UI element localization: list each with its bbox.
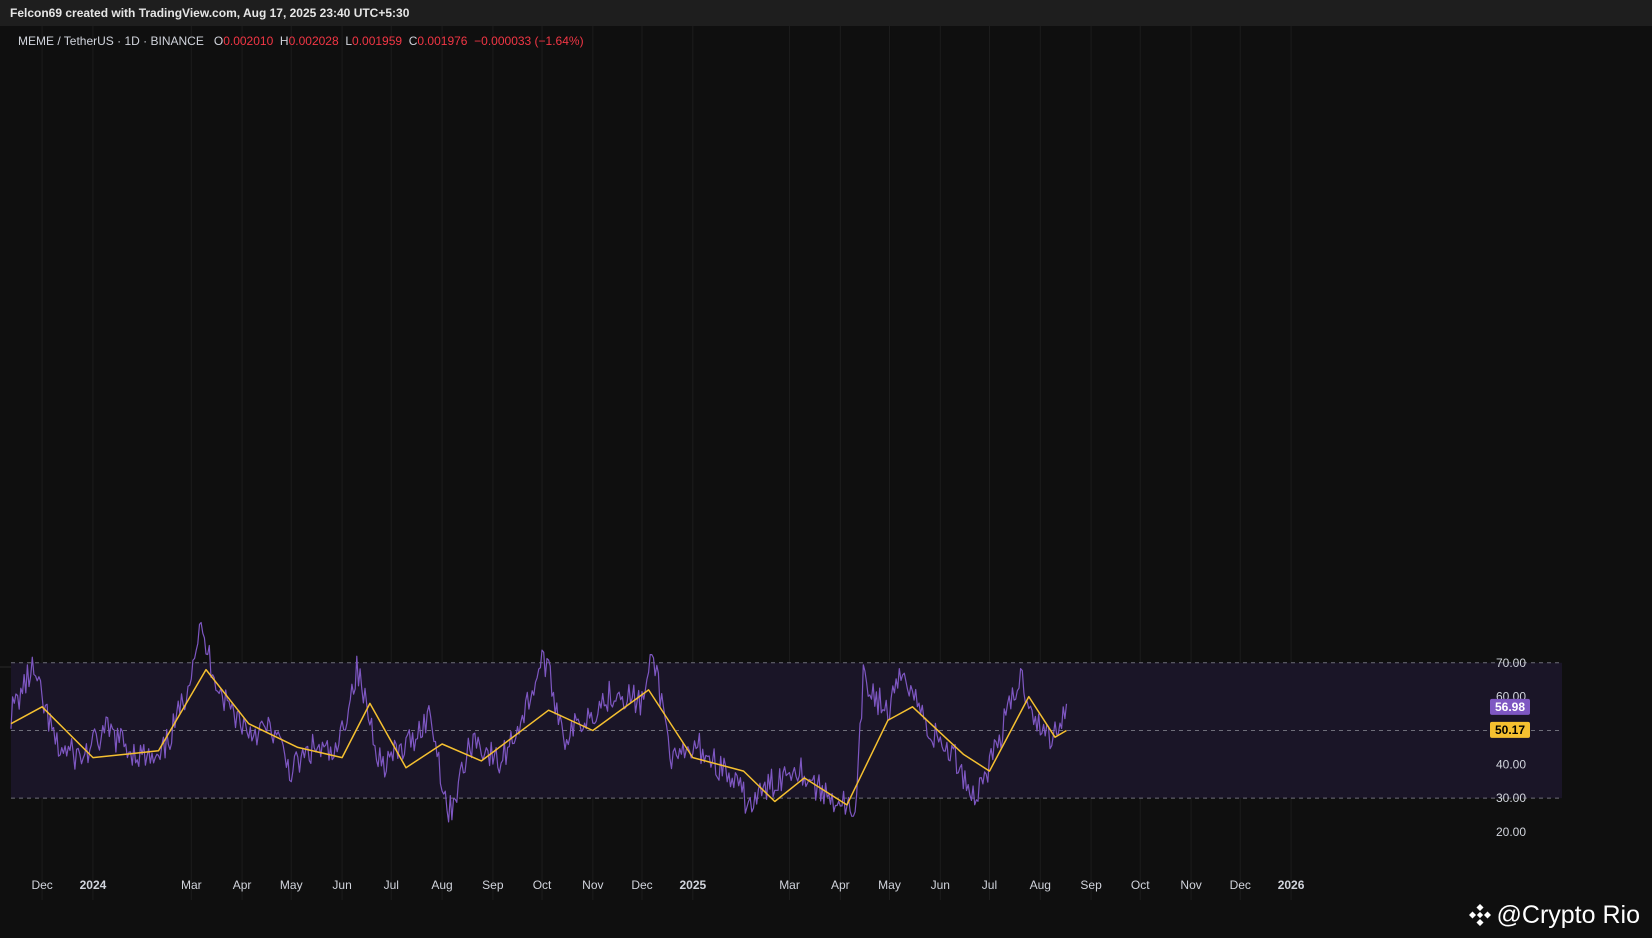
high-value: 0.002028 bbox=[288, 34, 339, 48]
time-axis-bg bbox=[0, 900, 1652, 938]
time-tick-label: Dec bbox=[631, 878, 652, 892]
watermark-text: @Crypto Rio bbox=[1496, 901, 1640, 929]
time-tick-label: 2026 bbox=[1278, 878, 1305, 892]
attribution-bar: Felcon69 created with TradingView.com, A… bbox=[0, 0, 1652, 26]
time-tick-label: Dec bbox=[1230, 878, 1251, 892]
attribution-text: Felcon69 created with TradingView.com, A… bbox=[10, 6, 410, 20]
rsi-tick-label: 30.00 bbox=[1496, 791, 1526, 805]
time-tick-label: Jul bbox=[384, 878, 399, 892]
time-tick-label: Jun bbox=[931, 878, 950, 892]
time-tick-label: Nov bbox=[1180, 878, 1201, 892]
time-tick-label: Aug bbox=[1030, 878, 1051, 892]
time-tick-label: Dec bbox=[31, 878, 52, 892]
price-axis-bg bbox=[1562, 26, 1652, 938]
time-tick-label: Jul bbox=[982, 878, 997, 892]
low-value: 0.001959 bbox=[352, 34, 403, 48]
time-tick-label: 2024 bbox=[80, 878, 107, 892]
time-tick-label: Sep bbox=[482, 878, 504, 892]
time-tick-label: May bbox=[878, 878, 901, 892]
time-tick-label: Nov bbox=[582, 878, 603, 892]
rsi-tick-label: 70.00 bbox=[1496, 656, 1526, 670]
time-tick-label: Oct bbox=[533, 878, 552, 892]
chart-background bbox=[0, 26, 1652, 938]
close-value: 0.001976 bbox=[417, 34, 468, 48]
chart-canvas[interactable]: 0.1900000.1300000.0900000.0650000.045000… bbox=[0, 26, 1652, 938]
open-key: O bbox=[213, 34, 224, 48]
time-tick-label: Aug bbox=[431, 878, 452, 892]
rsi-tick-label: 40.00 bbox=[1496, 757, 1526, 771]
binance-logo-icon bbox=[1468, 904, 1491, 926]
rsi-value-label: 50.17 bbox=[1495, 723, 1525, 737]
time-tick-label: Apr bbox=[233, 878, 252, 892]
symbol-label[interactable]: MEME / TetherUS · 1D · BINANCE bbox=[18, 34, 204, 48]
low-key: L bbox=[345, 34, 353, 48]
time-tick-label: Sep bbox=[1080, 878, 1102, 892]
time-tick-label: 2025 bbox=[679, 878, 706, 892]
ohlc-legend: MEME / TetherUS · 1D · BINANCE O0.002010… bbox=[18, 34, 584, 48]
time-tick-label: Mar bbox=[181, 878, 202, 892]
change-value: −0.000033 (−1.64%) bbox=[474, 34, 584, 48]
rsi-value-label: 56.98 bbox=[1495, 700, 1525, 714]
rsi-tick-label: 20.00 bbox=[1496, 825, 1526, 839]
time-tick-label: May bbox=[280, 878, 303, 892]
high-key: H bbox=[279, 34, 289, 48]
time-tick-label: Jun bbox=[332, 878, 351, 892]
open-value: 0.002010 bbox=[223, 34, 274, 48]
time-tick-label: Apr bbox=[831, 878, 850, 892]
watermark: @Crypto Rio bbox=[1468, 901, 1640, 930]
time-tick-label: Mar bbox=[779, 878, 800, 892]
time-tick-label: Oct bbox=[1131, 878, 1150, 892]
